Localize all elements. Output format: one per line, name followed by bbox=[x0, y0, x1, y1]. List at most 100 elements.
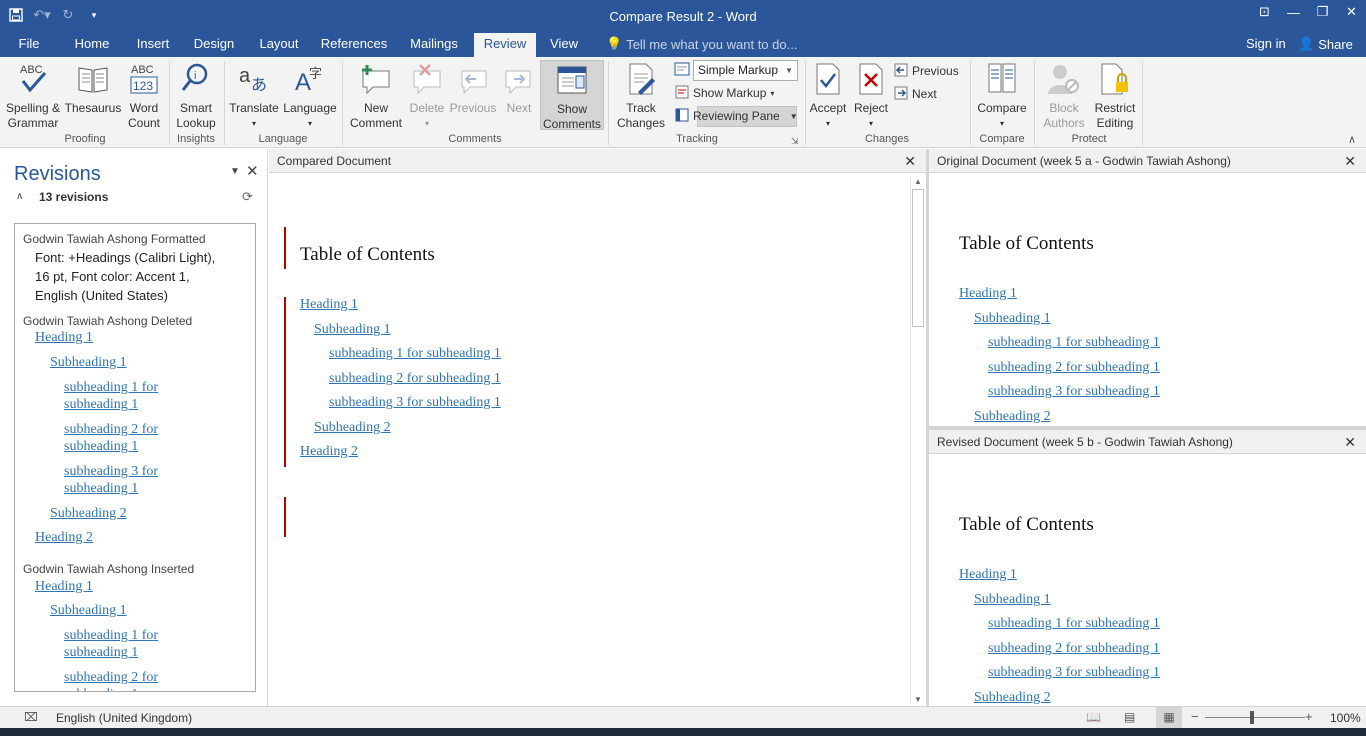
next-comment-button[interactable]: Next bbox=[500, 60, 538, 116]
revision-link[interactable]: subheading 2 for subheading 1 bbox=[64, 421, 184, 455]
show-comments-button[interactable]: Show Comments bbox=[540, 60, 604, 131]
translate-button[interactable]: aあ Translate ▾ bbox=[228, 60, 280, 131]
revision-link[interactable]: Subheading 2 bbox=[50, 505, 127, 522]
revision-link[interactable]: Heading 2 bbox=[35, 529, 93, 546]
share-button[interactable]: 👤 Share bbox=[1298, 36, 1353, 52]
revision-list[interactable]: Godwin Tawiah Ashong Formatted Font: +He… bbox=[14, 223, 256, 692]
language-button[interactable]: A字 Language ▾ bbox=[282, 60, 338, 131]
reviewing-pane-icon bbox=[675, 108, 689, 125]
toc-link[interactable]: Subheading 2 bbox=[974, 690, 1051, 706]
proofing-status-icon[interactable]: ⌧ bbox=[24, 710, 38, 724]
zoom-level[interactable]: 100% bbox=[1330, 711, 1361, 725]
close-icon[interactable]: ✕ bbox=[1344, 149, 1356, 173]
toc-link[interactable]: Subheading 1 bbox=[974, 592, 1051, 608]
close-pane-icon[interactable]: ✕ bbox=[246, 162, 259, 180]
tab-layout[interactable]: Layout bbox=[256, 33, 302, 57]
word-count-button[interactable]: ABC 123 Word Count bbox=[122, 60, 166, 131]
previous-change-button[interactable]: Previous bbox=[894, 61, 959, 81]
show-markup-button[interactable]: Show Markup ▾ bbox=[675, 83, 774, 103]
toc-link[interactable]: subheading 3 for subheading 1 bbox=[988, 665, 1160, 681]
scroll-down-icon[interactable]: ▼ bbox=[914, 695, 922, 704]
read-mode-icon[interactable]: 📖 bbox=[1086, 710, 1101, 724]
revision-link[interactable]: subheading 1 for subheading 1 bbox=[64, 379, 184, 413]
revision-link[interactable]: Subheading 1 bbox=[50, 602, 127, 619]
thesaurus-button[interactable]: Thesaurus bbox=[64, 60, 122, 116]
tab-file[interactable]: File bbox=[12, 33, 46, 57]
tab-design[interactable]: Design bbox=[190, 33, 238, 57]
revision-link[interactable]: subheading 1 for subheading 1 bbox=[64, 627, 184, 661]
refresh-icon[interactable]: ⟳ bbox=[242, 189, 253, 205]
toc-link[interactable]: Heading 1 bbox=[959, 286, 1017, 302]
scroll-up-icon[interactable]: ▲ bbox=[914, 177, 922, 186]
minimize-icon[interactable]: — bbox=[1279, 0, 1308, 24]
tab-review[interactable]: Review bbox=[474, 33, 536, 57]
accept-button[interactable]: Accept ▾ bbox=[808, 60, 848, 131]
tab-references[interactable]: References bbox=[320, 33, 388, 57]
web-layout-icon[interactable]: ▦ bbox=[1156, 707, 1182, 728]
toc-link[interactable]: Subheading 2 bbox=[314, 420, 391, 436]
close-icon[interactable]: ✕ bbox=[904, 149, 916, 173]
title-bar: ↶▾ ↻ ▾ Compare Result 2 - Word ⊡ — ❐ ✕ bbox=[0, 0, 1366, 33]
close-icon[interactable]: ✕ bbox=[1337, 0, 1366, 24]
sign-in-link[interactable]: Sign in bbox=[1246, 36, 1286, 51]
next-change-button[interactable]: Next bbox=[894, 84, 937, 104]
delete-comment-button[interactable]: Delete ▾ bbox=[406, 60, 448, 131]
toc-link[interactable]: subheading 3 for subheading 1 bbox=[329, 395, 501, 411]
toc-link[interactable]: subheading 1 for subheading 1 bbox=[988, 616, 1160, 632]
revision-link[interactable]: Subheading 1 bbox=[50, 354, 127, 371]
revision-link[interactable]: subheading 3 for subheading 1 bbox=[64, 463, 184, 497]
toc-link[interactable]: Subheading 1 bbox=[974, 311, 1051, 327]
ribbon-display-options-icon[interactable]: ⊡ bbox=[1250, 0, 1279, 24]
zoom-in-icon[interactable]: + bbox=[1305, 709, 1313, 724]
group-label-insights: Insights bbox=[177, 133, 215, 145]
group-label-changes: Changes bbox=[864, 133, 910, 145]
spelling-grammar-button[interactable]: ABC Spelling & Grammar bbox=[4, 60, 62, 131]
collapse-icon[interactable]: ∧ bbox=[16, 191, 23, 202]
toc-link[interactable]: subheading 1 for subheading 1 bbox=[329, 346, 501, 362]
markup-mode-select[interactable]: Simple Markup ▼ bbox=[693, 60, 798, 81]
tab-home[interactable]: Home bbox=[70, 33, 114, 57]
dialog-launcher-icon[interactable]: ⇲ bbox=[791, 136, 799, 147]
smart-lookup-button[interactable]: i Smart Lookup bbox=[172, 60, 220, 131]
tab-insert[interactable]: Insert bbox=[132, 33, 174, 57]
zoom-out-icon[interactable]: − bbox=[1191, 709, 1199, 724]
toc-link[interactable]: Heading 2 bbox=[300, 444, 358, 460]
next-change-icon bbox=[894, 86, 908, 103]
revision-link[interactable]: Heading 1 bbox=[35, 329, 93, 346]
compare-button[interactable]: Compare ▾ bbox=[974, 60, 1030, 131]
revision-item[interactable]: Godwin Tawiah Ashong Formatted Font: +He… bbox=[15, 232, 255, 305]
reject-button[interactable]: Reject ▾ bbox=[850, 60, 892, 131]
toc-link[interactable]: Heading 1 bbox=[959, 567, 1017, 583]
toc-link[interactable]: subheading 1 for subheading 1 bbox=[988, 335, 1160, 351]
track-changes-button[interactable]: Track Changes bbox=[612, 60, 670, 131]
print-layout-icon[interactable]: ▤ bbox=[1124, 710, 1135, 724]
toc-link[interactable]: Subheading 2 bbox=[974, 409, 1051, 425]
zoom-slider-thumb[interactable] bbox=[1250, 711, 1254, 724]
previous-comment-button[interactable]: Previous bbox=[448, 60, 498, 116]
pane-options-icon[interactable]: ▼ bbox=[230, 166, 240, 177]
revision-link[interactable]: subheading 2 for subheading 1 bbox=[64, 669, 184, 691]
reviewing-pane-button[interactable]: Reviewing Pane ▼ bbox=[675, 106, 798, 126]
toc-link[interactable]: Subheading 1 bbox=[314, 322, 391, 338]
svg-text:123: 123 bbox=[133, 79, 153, 93]
vertical-scrollbar[interactable]: ▲ ▼ bbox=[910, 177, 924, 704]
restore-icon[interactable]: ❐ bbox=[1308, 0, 1337, 24]
collapse-ribbon-icon[interactable]: ∧ bbox=[1348, 133, 1356, 146]
block-authors-button[interactable]: Block Authors bbox=[1038, 60, 1090, 131]
language-status[interactable]: English (United Kingdom) bbox=[56, 711, 192, 725]
toc-link[interactable]: Heading 1 bbox=[300, 297, 358, 313]
restrict-editing-button[interactable]: Restrict Editing bbox=[1090, 60, 1140, 131]
toc-link[interactable]: subheading 3 for subheading 1 bbox=[988, 384, 1160, 400]
tab-mailings[interactable]: Mailings bbox=[406, 33, 462, 57]
tell-me-box[interactable]: 💡 Tell me what you want to do... bbox=[606, 36, 797, 52]
close-icon[interactable]: ✕ bbox=[1344, 430, 1356, 454]
toc-link[interactable]: subheading 2 for subheading 1 bbox=[329, 371, 501, 387]
new-comment-button[interactable]: New Comment bbox=[346, 60, 406, 131]
zoom-slider[interactable] bbox=[1205, 717, 1305, 718]
revision-link[interactable]: Heading 1 bbox=[35, 578, 93, 595]
toc-link[interactable]: subheading 2 for subheading 1 bbox=[988, 641, 1160, 657]
tab-view[interactable]: View bbox=[546, 33, 582, 57]
group-label-language: Language bbox=[258, 133, 308, 145]
scroll-thumb[interactable] bbox=[912, 189, 924, 327]
toc-link[interactable]: subheading 2 for subheading 1 bbox=[988, 360, 1160, 376]
